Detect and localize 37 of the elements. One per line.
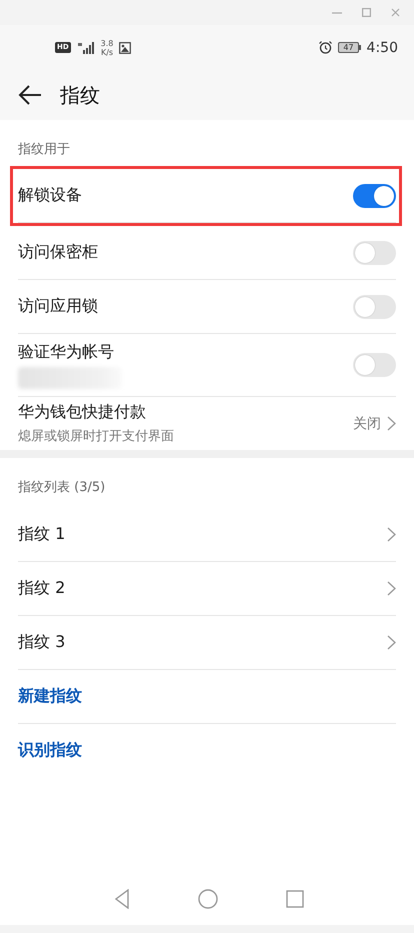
toggle-switch[interactable] (353, 184, 396, 208)
network-speed: K/s (100, 48, 114, 56)
home-icon[interactable] (198, 889, 218, 909)
battery-level: 47 (338, 42, 359, 53)
setting-label: 访问保密柜 (18, 242, 99, 263)
fingerprint-item[interactable]: 指纹 1 (18, 524, 387, 545)
setting-label: 解锁设备 (18, 185, 83, 206)
fingerprint-item[interactable]: 指纹 3 (18, 632, 387, 653)
section-header: 指纹用于 (18, 141, 70, 158)
recent-apps-icon[interactable] (286, 890, 304, 908)
close-icon[interactable] (391, 8, 400, 17)
maximize-icon[interactable] (362, 8, 371, 17)
toggle-switch[interactable] (353, 294, 396, 318)
alarm-icon (319, 41, 332, 54)
toggle-switch[interactable] (353, 353, 396, 377)
chevron-right-icon (387, 527, 396, 542)
section-header: 指纹列表 (3/5) (18, 479, 106, 496)
chevron-right-icon (387, 416, 396, 431)
page-title: 指纹 (60, 82, 100, 108)
setting-label: 访问应用锁 (18, 296, 99, 317)
network-speed: 3.8 (100, 38, 114, 48)
chevron-right-icon (387, 581, 396, 596)
action-link[interactable]: 识别指纹 (18, 740, 396, 761)
clock-time: 4:50 (366, 40, 398, 56)
image-icon (119, 42, 132, 54)
signal-icon (76, 42, 95, 54)
minimize-icon[interactable] (332, 12, 342, 14)
chevron-right-icon (387, 635, 396, 650)
toggle-switch[interactable] (353, 240, 396, 264)
setting-value: 关闭 (353, 414, 381, 432)
setting-label: 华为钱包快捷付款 (18, 402, 147, 423)
back-icon[interactable] (114, 889, 130, 909)
setting-label: 验证华为帐号 (18, 342, 115, 362)
setting-description: 熄屏或锁屏时打开支付界面 (18, 428, 175, 445)
fingerprint-item[interactable]: 指纹 2 (18, 578, 387, 599)
action-link[interactable]: 新建指纹 (18, 686, 396, 707)
back-arrow-icon[interactable] (18, 85, 42, 105)
